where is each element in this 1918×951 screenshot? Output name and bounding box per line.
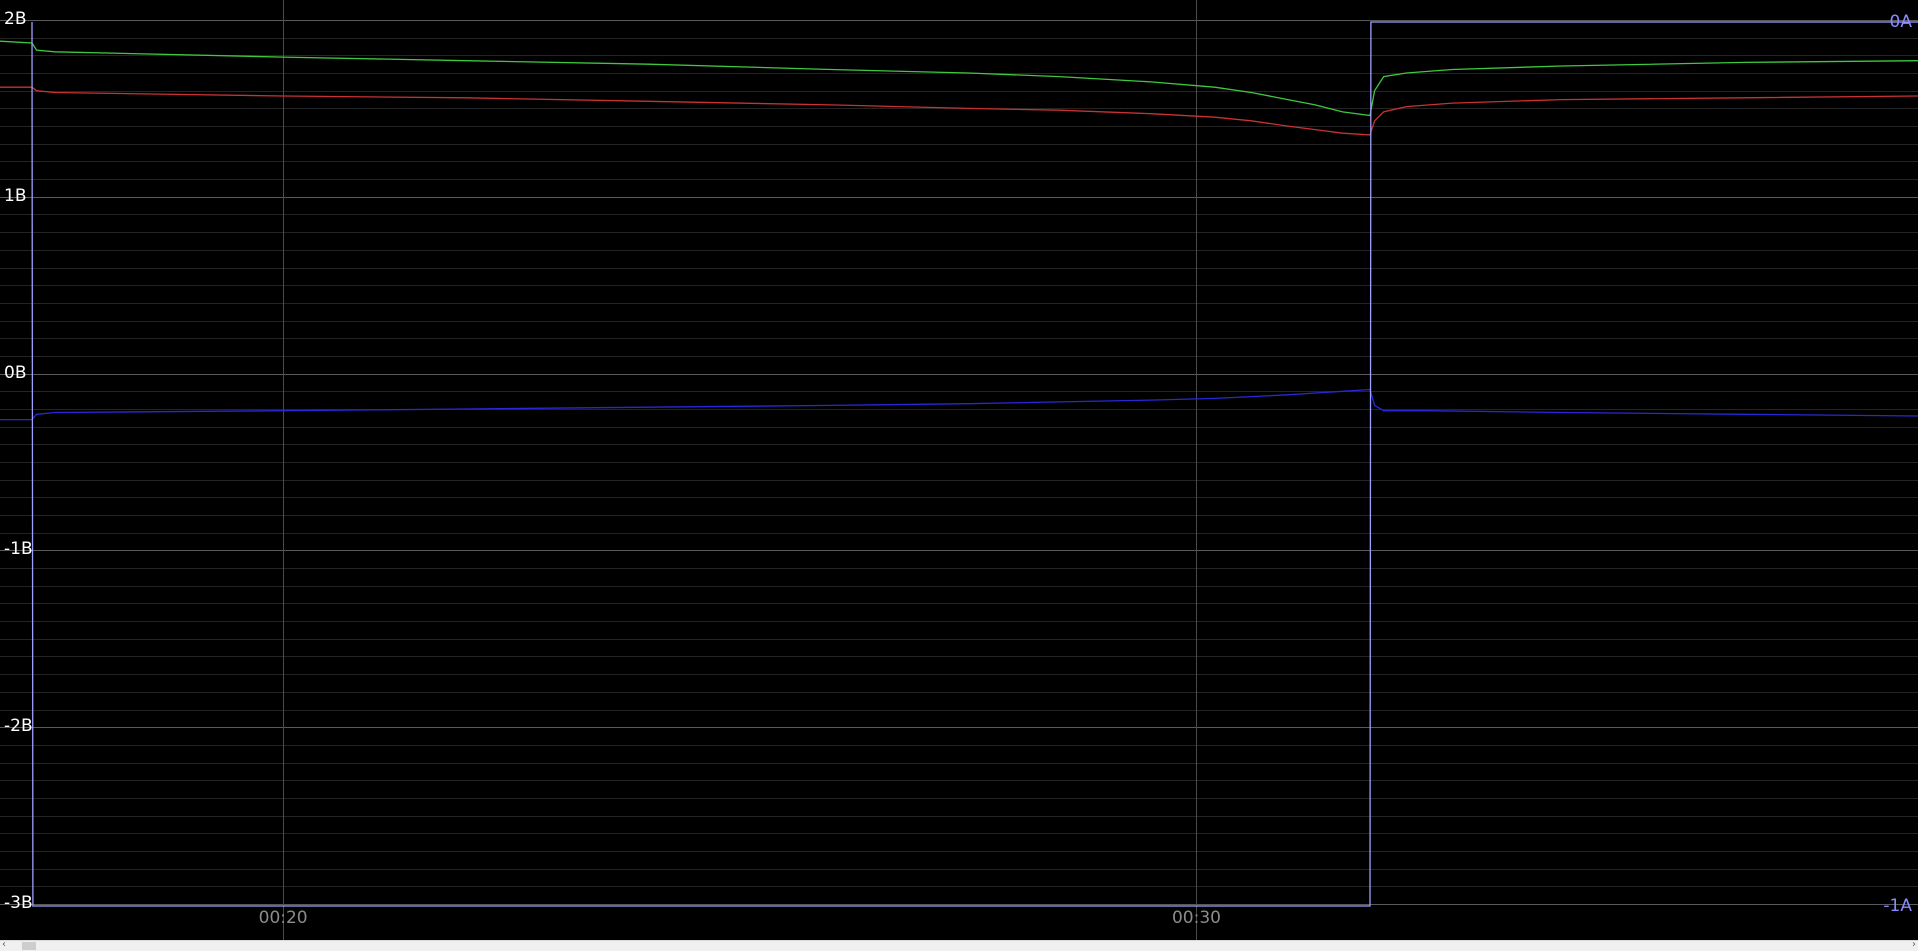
series-layer xyxy=(0,21,1918,907)
series-line-4 xyxy=(31,21,1918,907)
scroll-left-arrow-icon[interactable]: ‹ xyxy=(2,939,6,951)
left-axis-tick-label: -2В xyxy=(4,716,33,737)
right-axis-tick-label: 0А xyxy=(1889,12,1912,32)
series-line-2 xyxy=(0,86,1918,136)
x-axis-tick-label: 00:30 xyxy=(1171,908,1221,928)
minor-grid xyxy=(0,20,1918,905)
series-line-1 xyxy=(0,40,1918,117)
right-axis-tick-label: -1А xyxy=(1883,896,1912,916)
left-axis-tick-label: -3В xyxy=(4,893,33,913)
x-axis-tick-label: 00:20 xyxy=(258,908,308,928)
left-axis-tick-label: -1В xyxy=(4,539,33,560)
scroll-right-arrow-icon[interactable]: › xyxy=(1912,939,1916,951)
chart-svg xyxy=(0,0,1918,940)
horizontal-scrollbar[interactable]: ‹ › xyxy=(0,939,1918,951)
left-axis-tick-label: 2В xyxy=(4,9,27,29)
left-axis-tick-label: 1В xyxy=(4,185,27,206)
scrollbar-thumb[interactable] xyxy=(22,942,36,950)
series-line-3 xyxy=(0,388,1918,421)
chart-plot-area[interactable]: 2В 1В 0В -1В -2В -3В 0А -1А 00:20 00:30 xyxy=(0,0,1918,940)
left-axis-tick-label: 0В xyxy=(4,362,27,383)
